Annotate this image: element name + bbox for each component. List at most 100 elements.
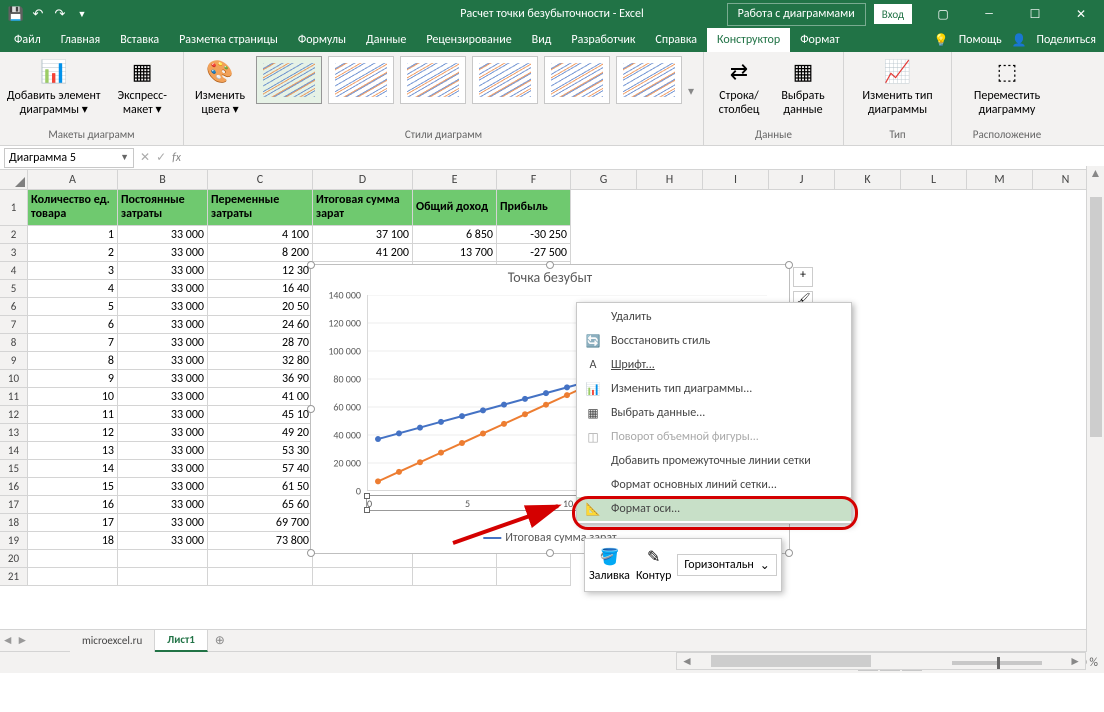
- chart-style-4[interactable]: [472, 56, 538, 104]
- col-A[interactable]: A: [28, 170, 118, 189]
- ribbon-options-icon[interactable]: ▢: [920, 0, 966, 28]
- sheet-tab-1[interactable]: microexcel.ru: [70, 630, 155, 652]
- header-cell[interactable]: Итоговая сумма зарат: [313, 190, 413, 226]
- tab-help[interactable]: Справка: [645, 28, 707, 52]
- cube-icon: ◫: [585, 429, 601, 445]
- fill-button[interactable]: 🪣Заливка: [589, 547, 630, 583]
- cancel-icon[interactable]: ✕: [140, 150, 150, 165]
- worksheet: A B C D E F G H I J K L M N 123456789101…: [0, 170, 1104, 629]
- chart-handle[interactable]: [546, 549, 554, 557]
- share-link[interactable]: Поделиться: [1037, 33, 1096, 47]
- ctx-font[interactable]: AШрифт...: [577, 353, 851, 377]
- tab-developer[interactable]: Разработчик: [561, 28, 645, 52]
- chevron-down-icon: ⌄: [760, 558, 770, 573]
- sheet-tab-2[interactable]: Лист1: [155, 630, 208, 652]
- chart-handle[interactable]: [307, 549, 315, 557]
- tab-page-layout[interactable]: Разметка страницы: [169, 28, 288, 52]
- ctx-format-axis[interactable]: 📐Формат оси...: [577, 497, 851, 521]
- undo-icon[interactable]: ↶: [28, 4, 48, 24]
- col-M[interactable]: M: [967, 170, 1033, 189]
- select-data-button[interactable]: ▦ Выбрать данные: [774, 56, 832, 118]
- tab-home[interactable]: Главная: [51, 28, 110, 52]
- table-row[interactable]: 1 33 000 4 100 37 100 6 850 -30 250: [28, 226, 571, 244]
- chart-style-more-icon[interactable]: ▾: [688, 84, 694, 99]
- ctx-add-minor-gridlines[interactable]: Добавить промежуточные линии сетки: [577, 449, 851, 473]
- minimize-icon[interactable]: ―: [966, 0, 1012, 28]
- switch-row-column-button[interactable]: ⇄ Строка/столбец: [710, 56, 768, 118]
- chart-style-6[interactable]: [616, 56, 682, 104]
- sheet-nav[interactable]: ◄ ►: [0, 633, 30, 648]
- tab-view[interactable]: Вид: [522, 28, 562, 52]
- tab-format[interactable]: Формат: [790, 28, 849, 52]
- col-D[interactable]: D: [313, 170, 413, 189]
- chart-style-3[interactable]: [400, 56, 466, 104]
- maximize-icon[interactable]: ☐: [1012, 0, 1058, 28]
- header-cell[interactable]: Переменные затраты: [208, 190, 313, 226]
- chart-handle[interactable]: [307, 405, 315, 413]
- chart-style-1[interactable]: [256, 56, 322, 104]
- select-all-corner[interactable]: [0, 170, 28, 189]
- tab-formulas[interactable]: Формулы: [288, 28, 356, 52]
- chart-handle[interactable]: [307, 261, 315, 269]
- share-icon[interactable]: 👤: [1012, 33, 1027, 48]
- col-C[interactable]: C: [208, 170, 313, 189]
- change-colors-button[interactable]: 🎨 Изменить цвета ▾: [190, 56, 250, 118]
- col-F[interactable]: F: [497, 170, 571, 189]
- chart-elements-icon[interactable]: +: [793, 267, 813, 287]
- col-B[interactable]: B: [118, 170, 208, 189]
- data-icon: ▦: [585, 405, 601, 421]
- ctx-change-chart-type[interactable]: 📊Изменить тип диаграммы...: [577, 377, 851, 401]
- col-L[interactable]: L: [901, 170, 967, 189]
- group-data-label: Данные: [710, 126, 837, 141]
- chart-style-2[interactable]: [328, 56, 394, 104]
- ctx-select-data[interactable]: ▦Выбрать данные...: [577, 401, 851, 425]
- column-headers: A B C D E F G H I J K L M N: [0, 170, 1104, 190]
- axis-type-dropdown[interactable]: Горизонтальн⌄: [677, 554, 776, 576]
- col-E[interactable]: E: [413, 170, 497, 189]
- fx-icon[interactable]: fx: [172, 151, 181, 165]
- header-cell[interactable]: Прибыль: [497, 190, 571, 226]
- ctx-delete[interactable]: Удалить: [577, 305, 851, 329]
- save-icon[interactable]: 💾: [6, 4, 26, 24]
- outline-button[interactable]: ✎Контур: [636, 547, 671, 583]
- chart-handle[interactable]: [546, 261, 554, 269]
- move-chart-button[interactable]: ⬚ Переместить диаграмму: [958, 56, 1056, 118]
- quick-layout-button[interactable]: ▦ Экспресс-макет ▾: [107, 56, 177, 118]
- ctx-format-major-gridlines[interactable]: Формат основных линий сетки...: [577, 473, 851, 497]
- add-sheet-icon[interactable]: ⊕: [208, 633, 232, 648]
- add-chart-element-button[interactable]: 📊 Добавить элемент диаграммы ▾: [6, 56, 101, 118]
- chart-style-5[interactable]: [544, 56, 610, 104]
- header-cell[interactable]: Количество ед. товара: [28, 190, 118, 226]
- tab-file[interactable]: Файл: [4, 28, 51, 52]
- vertical-scrollbar[interactable]: ▲: [1086, 166, 1104, 652]
- tab-review[interactable]: Рецензирование: [416, 28, 521, 52]
- col-H[interactable]: H: [637, 170, 703, 189]
- table-row[interactable]: 2 33 000 8 200 41 200 13 700 -27 500: [28, 244, 571, 262]
- qat-dropdown-icon[interactable]: ▼: [72, 4, 92, 24]
- login-button[interactable]: Вход: [874, 4, 912, 24]
- formula-input[interactable]: [187, 148, 1100, 168]
- name-box[interactable]: Диаграмма 5▼: [4, 148, 134, 168]
- col-J[interactable]: J: [769, 170, 835, 189]
- col-G[interactable]: G: [571, 170, 637, 189]
- chart-handle[interactable]: [785, 549, 793, 557]
- redo-icon[interactable]: ↷: [50, 4, 70, 24]
- header-cell[interactable]: Общий доход: [413, 190, 497, 226]
- tab-design[interactable]: Конструктор: [707, 28, 790, 52]
- add-element-icon: 📊: [38, 56, 70, 88]
- help-link[interactable]: Помощь: [959, 33, 1002, 47]
- tell-me-icon[interactable]: 💡: [934, 33, 949, 48]
- chart-handle[interactable]: [785, 261, 793, 269]
- tab-data[interactable]: Данные: [356, 28, 416, 52]
- ctx-reset-style[interactable]: 🔄Восстановить стиль: [577, 329, 851, 353]
- col-I[interactable]: I: [703, 170, 769, 189]
- y-axis[interactable]: 020 00040 00060 00080 000100 000120 0001…: [321, 295, 365, 491]
- change-chart-type-button[interactable]: 📈 Изменить тип диаграммы: [850, 56, 945, 118]
- close-icon[interactable]: ✕: [1058, 0, 1104, 28]
- col-K[interactable]: K: [835, 170, 901, 189]
- font-icon: A: [585, 357, 601, 373]
- header-cell[interactable]: Постоянные затраты: [118, 190, 208, 226]
- zoom-slider[interactable]: [952, 661, 1042, 665]
- enter-icon[interactable]: ✓: [156, 150, 166, 165]
- tab-insert[interactable]: Вставка: [110, 28, 169, 52]
